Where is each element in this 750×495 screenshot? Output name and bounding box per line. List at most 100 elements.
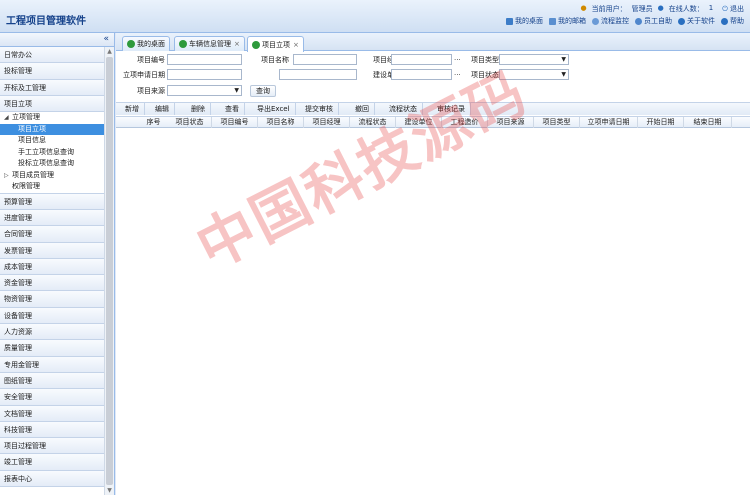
help-link[interactable]: 帮助 [721,16,744,26]
scroll-up-icon[interactable]: ▲ [106,48,113,55]
chevron-down-icon: ▼ [561,71,566,78]
submenu-project-info[interactable]: 项目信息 [0,135,104,147]
col-apply-date[interactable]: 立项申请日期 [580,117,638,128]
sidebar-item-bidding[interactable]: 投标管理 [0,63,104,80]
submenu-initiation-management[interactable]: ◢ 立项管理 [0,112,104,124]
sidebar-item-materials[interactable]: 物资管理 [0,291,104,308]
sidebar-scrollbar[interactable]: ▲ ▼ [104,47,114,495]
col-project-no[interactable]: 项目编号 [212,117,258,128]
export-excel-button[interactable]: 导出Excel [252,103,296,115]
submenu-manual-initiation-query[interactable]: 手工立项信息查询 [0,147,104,159]
scroll-down-icon[interactable]: ▼ [106,487,113,494]
monitor-icon [592,17,599,25]
logout-button[interactable]: ⏻ 退出 [722,4,744,14]
sidebar-item-completion[interactable]: 竣工管理 [0,454,104,471]
power-icon: ⏻ [722,5,728,13]
edit-button[interactable]: 编辑 [150,103,175,115]
employee-self-service-link[interactable]: 员工自助 [635,16,672,26]
submenu-permission-management[interactable]: 权限管理 [0,181,104,193]
sidebar-item-technology[interactable]: 科技管理 [0,421,104,439]
col-start-date[interactable]: 开始日期 [638,117,684,128]
sidebar-item-drawings[interactable]: 图纸管理 [0,372,104,390]
project-type-select[interactable]: ▼ [499,54,569,65]
project-manager-input[interactable] [391,54,452,65]
apply-date-end-input[interactable] [279,69,357,80]
withdraw-button[interactable]: 撤回 [350,103,375,115]
collapse-icon[interactable]: « [103,34,109,44]
add-button[interactable]: 新增 [120,103,145,115]
sidebar-item-cost[interactable]: 成本管理 [0,258,104,276]
col-process-status[interactable]: 流程状态 [350,117,396,128]
col-construction-unit[interactable]: 建设单位 [396,117,442,128]
sidebar: « 日常办公 投标管理 开标及工管理 项目立项 ◢ 立项管理 项目立项 项目信息 … [0,33,115,495]
project-initiation-submenu: ◢ 立项管理 项目立项 项目信息 手工立项信息查询 投标立项信息查询 ▷ 项目成员管… [0,112,104,194]
grid-header: 序号 项目状态 项目编号 项目名称 项目经理 流程状态 建设单位 工程造价 项目… [116,116,750,128]
chevron-down-icon: ▼ [561,56,566,63]
sidebar-item-contract[interactable]: 合同管理 [0,226,104,243]
tab-leaf-icon [252,40,260,49]
view-button[interactable]: 查看 [220,103,245,115]
sidebar-item-project-process[interactable]: 项目过程管理 [0,438,104,455]
sidebar-item-budget[interactable]: 预算管理 [0,193,104,210]
project-no-input[interactable] [167,54,242,65]
sidebar-item-documents[interactable]: 文档管理 [0,405,104,422]
tab-project-initiation[interactable]: 项目立项 × [247,36,304,52]
sidebar-item-equipment[interactable]: 设备管理 [0,307,104,325]
submit-review-button[interactable]: 提交审核 [300,103,339,115]
sidebar-item-reports[interactable]: 报表中心 [0,470,104,488]
user-icon [635,17,642,25]
app-header: 工程项目管理软件 ● 当前用户： 管理员 ● 在线人数： 1 ⏻ 退出 我的桌面… [0,0,750,33]
project-type-label: 项目类型 [471,56,499,64]
sidebar-item-daily-office[interactable]: 日常办公 [0,47,104,64]
collapsed-triangle-icon: ▷ [4,171,9,179]
sidebar-item-special-funds[interactable]: 专用金管理 [0,356,104,373]
submenu-member-management[interactable]: ▷ 项目成员管理 [0,170,104,182]
tab-bar: 我的桌面 车辆信息管理 × 项目立项 × [116,33,750,52]
tab-my-desktop[interactable]: 我的桌面 [122,36,170,51]
close-icon[interactable]: × [234,40,240,48]
current-user-label: 当前用户： [591,5,627,13]
col-project-manager[interactable]: 项目经理 [304,117,350,128]
sidebar-item-project-initiation[interactable]: 项目立项 [0,95,104,113]
sidebar-item-bid-opening[interactable]: 开标及工管理 [0,79,104,96]
sidebar-menu: 日常办公 投标管理 开标及工管理 项目立项 ◢ 立项管理 项目立项 项目信息 手工… [0,47,104,488]
project-status-select[interactable]: ▼ [499,69,569,80]
online-icon: ● [657,4,664,12]
sidebar-item-safety[interactable]: 安全管理 [0,389,104,406]
current-user: 管理员 [631,5,653,13]
query-button[interactable]: 查询 [250,85,276,97]
col-project-type[interactable]: 项目类型 [534,117,580,128]
col-end-date[interactable]: 结束日期 [684,117,732,128]
user-info: ● 当前用户： 管理员 ● 在线人数： 1 ⏻ 退出 [581,4,744,14]
sidebar-item-quality[interactable]: 质量管理 [0,340,104,357]
tab-vehicle-info[interactable]: 车辆信息管理 × [174,36,245,51]
info-icon [678,17,685,25]
about-link[interactable]: 关于软件 [678,16,715,26]
col-project-cost[interactable]: 工程造价 [442,117,488,128]
scroll-thumb[interactable] [106,57,113,485]
project-name-input[interactable] [293,54,357,65]
app-title: 工程项目管理软件 [6,16,86,27]
my-mail-link[interactable]: 我的邮箱 [549,16,586,26]
col-project-status[interactable]: 项目状态 [168,117,212,128]
col-project-name[interactable]: 项目名称 [258,117,304,128]
chevron-down-icon: ▼ [234,87,239,94]
review-records-button[interactable]: 审核记录 [432,103,471,115]
col-project-source[interactable]: 项目来源 [488,117,534,128]
my-desktop-link[interactable]: 我的桌面 [506,16,543,26]
close-icon[interactable]: × [293,41,299,49]
construction-unit-input[interactable] [391,69,452,80]
sidebar-item-hr[interactable]: 人力资源 [0,324,104,341]
help-icon [721,17,728,25]
sidebar-item-schedule[interactable]: 进度管理 [0,209,104,227]
submenu-bid-initiation-query[interactable]: 投标立项信息查询 [0,158,104,170]
apply-date-start-input[interactable] [167,69,242,80]
project-source-select[interactable]: ▼ [167,85,242,96]
sidebar-item-funds[interactable]: 资金管理 [0,275,104,292]
process-monitor-link[interactable]: 流程监控 [592,16,629,26]
online-count: 1 [708,4,714,12]
delete-button[interactable]: 删除 [186,103,211,115]
sidebar-item-invoice[interactable]: 发票管理 [0,242,104,259]
submenu-project-initiation[interactable]: 项目立项 [0,123,104,136]
process-status-button[interactable]: 流程状态 [384,103,423,115]
